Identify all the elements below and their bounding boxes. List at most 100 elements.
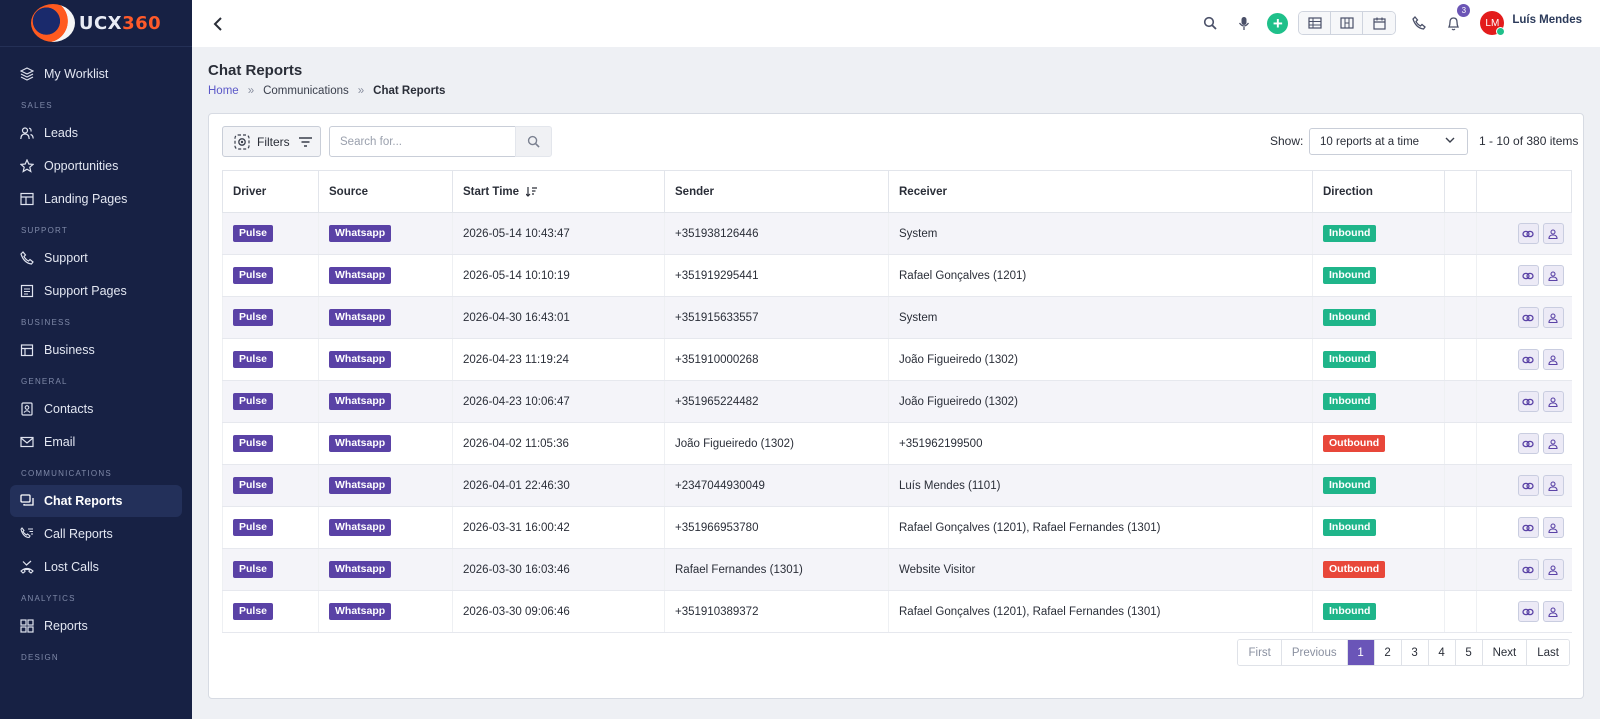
sidebar-section-business: BUSINESS [21, 318, 72, 327]
assign-user-button[interactable] [1542, 349, 1564, 370]
pagination-first[interactable]: First [1238, 640, 1282, 665]
sidebar-item-label: Business [44, 343, 95, 357]
driver-badge: Pulse [233, 519, 274, 536]
sidebar-item-my-worklist[interactable]: My Worklist [10, 58, 182, 90]
view-conversation-button[interactable] [1517, 559, 1539, 580]
avatar[interactable]: LM [1480, 11, 1506, 36]
assign-user-button[interactable] [1542, 391, 1564, 412]
page-size-select[interactable]: 10 reports at a time [1309, 128, 1468, 155]
cell-source: Whatsapp [318, 464, 453, 507]
sidebar-item-support[interactable]: Support [10, 242, 182, 274]
table-row[interactable]: Pulse Whatsapp 2026-05-14 10:43:47 +3519381… [222, 212, 1572, 255]
board-view-button[interactable] [1331, 12, 1364, 34]
column-header-driver[interactable]: Driver [222, 170, 319, 213]
assign-user-button[interactable] [1542, 517, 1564, 538]
view-conversation-button[interactable] [1517, 391, 1539, 412]
table-row[interactable]: Pulse Whatsapp 2026-03-30 16:03:46 Rafael F… [222, 548, 1572, 591]
notifications-button[interactable]: 3 [1442, 4, 1471, 34]
back-button[interactable] [208, 14, 228, 34]
user-name[interactable]: Luís Mendes [1512, 14, 1582, 26]
sidebar-item-opportunities[interactable]: Opportunities [10, 150, 182, 182]
view-conversation-button[interactable] [1517, 601, 1539, 622]
breadcrumb-home-link[interactable]: Home [208, 85, 239, 97]
table-row[interactable]: Pulse Whatsapp 2026-04-02 11:05:36 João Fig… [222, 422, 1572, 465]
sidebar-item-label: Opportunities [44, 159, 119, 173]
view-conversation-button[interactable] [1517, 265, 1539, 286]
sidebar-item-lost-calls[interactable]: Lost Calls [10, 551, 182, 583]
view-switcher [1298, 11, 1397, 35]
sidebar-item-leads[interactable]: Leads [10, 117, 182, 149]
filters-button[interactable]: Filters [222, 126, 321, 157]
column-header-source[interactable]: Source [318, 170, 453, 213]
table-row[interactable]: Pulse Whatsapp 2026-03-31 16:00:42 +3519669… [222, 506, 1572, 549]
view-conversation-button[interactable] [1517, 349, 1539, 370]
chevron-down-icon [1445, 137, 1455, 143]
column-header-direction[interactable]: Direction [1312, 170, 1445, 213]
table-row[interactable]: Pulse Whatsapp 2026-04-30 16:43:01 +3519156… [222, 296, 1572, 339]
table-row[interactable]: Pulse Whatsapp 2026-05-14 10:10:19 +3519192… [222, 254, 1572, 297]
driver-badge: Pulse [233, 351, 274, 368]
cell-driver: Pulse [222, 380, 319, 423]
search-input[interactable] [329, 126, 516, 157]
breadcrumb-communications[interactable]: Communications [263, 85, 349, 97]
sidebar-item-email[interactable]: Email [10, 426, 182, 458]
logo[interactable]: UCX360 [0, 0, 192, 47]
cell-blank [1444, 338, 1477, 381]
pagination-page-4[interactable]: 4 [1428, 640, 1456, 665]
table-row[interactable]: Pulse Whatsapp 2026-04-01 22:46:30 +2347044… [222, 464, 1572, 507]
user-icon [1548, 480, 1558, 491]
column-header-start-time[interactable]: Start Time [452, 170, 665, 213]
cell-source: Whatsapp [318, 422, 453, 465]
table-row[interactable]: Pulse Whatsapp 2026-03-30 09:06:46 +3519103… [222, 590, 1572, 633]
add-button[interactable]: + [1267, 12, 1289, 34]
microphone-button[interactable] [1233, 12, 1255, 34]
user-icon [1548, 228, 1558, 239]
sidebar-item-label: Support Pages [44, 284, 127, 298]
online-status-dot [1496, 27, 1506, 36]
view-conversation-button[interactable] [1517, 475, 1539, 496]
sidebar-item-reports[interactable]: Reports [10, 610, 182, 642]
pagination-page-1[interactable]: 1 [1347, 640, 1375, 665]
sidebar-item-chat-reports[interactable]: Chat Reports [10, 485, 182, 517]
pagination-page-2[interactable]: 2 [1374, 640, 1402, 665]
search-submit-button[interactable] [515, 126, 552, 157]
sidebar-item-business[interactable]: Business [10, 334, 182, 366]
column-header-receiver[interactable]: Receiver [888, 170, 1313, 213]
cell-receiver: System [888, 212, 1313, 255]
table-row[interactable]: Pulse Whatsapp 2026-04-23 11:19:24 +3519100… [222, 338, 1572, 381]
assign-user-button[interactable] [1542, 559, 1564, 580]
sidebar-item-call-reports[interactable]: Call Reports [10, 518, 182, 550]
cell-source: Whatsapp [318, 296, 453, 339]
sidebar-item-support-pages[interactable]: Support Pages [10, 275, 182, 307]
link-icon [1522, 272, 1534, 279]
pagination-page-5[interactable]: 5 [1455, 640, 1483, 665]
sidebar-item-label: Landing Pages [44, 192, 128, 206]
table-row[interactable]: Pulse Whatsapp 2026-04-23 10:06:47 +3519652… [222, 380, 1572, 423]
call-list-icon [20, 527, 34, 541]
assign-user-button[interactable] [1542, 265, 1564, 286]
column-header-actions [1476, 170, 1572, 213]
phone-button[interactable] [1408, 12, 1430, 34]
sidebar-item-landing-pages[interactable]: Landing Pages [10, 183, 182, 215]
table-view-button[interactable] [1299, 12, 1332, 34]
assign-user-button[interactable] [1542, 223, 1564, 244]
layers-icon [20, 67, 34, 81]
pagination-last[interactable]: Last [1527, 640, 1569, 665]
view-conversation-button[interactable] [1517, 307, 1539, 328]
calendar-view-button[interactable] [1363, 12, 1396, 34]
pagination-next[interactable]: Next [1482, 640, 1528, 665]
view-conversation-button[interactable] [1517, 223, 1539, 244]
column-header-sender[interactable]: Sender [664, 170, 889, 213]
pagination-previous[interactable]: Previous [1281, 640, 1348, 665]
assign-user-button[interactable] [1542, 475, 1564, 496]
kanban-icon [1340, 17, 1354, 29]
pagination-page-3[interactable]: 3 [1401, 640, 1429, 665]
view-conversation-button[interactable] [1517, 433, 1539, 454]
cell-start-time: 2026-03-30 16:03:46 [452, 548, 665, 591]
view-conversation-button[interactable] [1517, 517, 1539, 538]
search-button[interactable] [1199, 12, 1221, 34]
assign-user-button[interactable] [1542, 307, 1564, 328]
sidebar-item-contacts[interactable]: Contacts [10, 393, 182, 425]
assign-user-button[interactable] [1542, 601, 1564, 622]
assign-user-button[interactable] [1542, 433, 1564, 454]
